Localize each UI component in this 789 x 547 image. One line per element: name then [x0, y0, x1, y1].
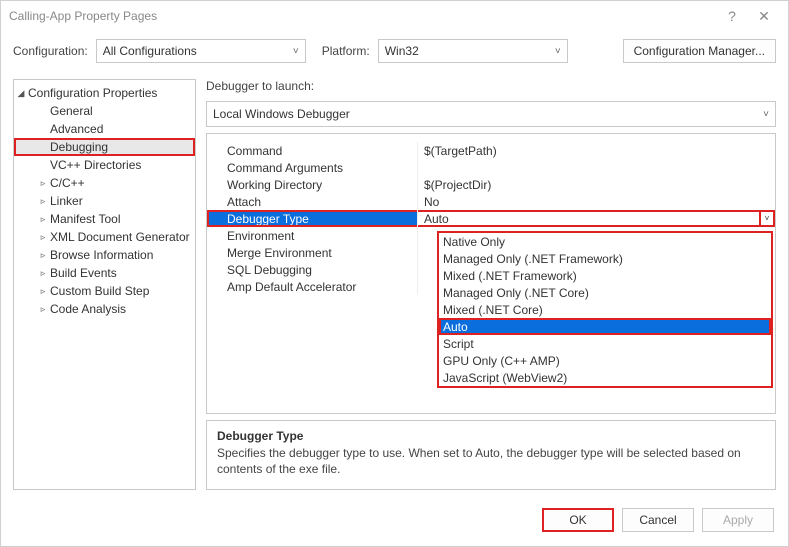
tree-item-label: Build Events — [50, 266, 117, 280]
tree-item-label: Debugging — [50, 140, 108, 154]
grid-value[interactable]: $(ProjectDir) — [417, 176, 775, 193]
debugger-type-dropdown[interactable]: Native OnlyManaged Only (.NET Framework)… — [437, 231, 773, 388]
grid-key: SQL Debugging — [207, 261, 417, 278]
grid-row-command-arguments[interactable]: Command Arguments — [207, 159, 775, 176]
tree-item-label: Custom Build Step — [50, 284, 149, 298]
dropdown-option[interactable]: Auto — [439, 318, 771, 335]
tree-item-label: C/C++ — [50, 176, 85, 190]
dropdown-option[interactable]: JavaScript (WebView2) — [439, 369, 771, 386]
tree-root[interactable]: ◢ Configuration Properties — [14, 84, 195, 102]
tree-item-advanced[interactable]: Advanced — [14, 120, 195, 138]
tree-item-linker[interactable]: ▹Linker — [14, 192, 195, 210]
config-tree[interactable]: ◢ Configuration Properties General Advanc… — [13, 79, 196, 490]
config-manager-button[interactable]: Configuration Manager... — [623, 39, 776, 63]
grid-row-debugger-type[interactable]: Debugger TypeAuto˅ — [207, 210, 775, 227]
window-title: Calling-App Property Pages — [9, 9, 716, 23]
expand-icon[interactable]: ▹ — [38, 232, 48, 243]
chevron-down-icon: ˅ — [555, 46, 561, 57]
dropdown-option[interactable]: Mixed (.NET Core) — [439, 301, 771, 318]
tree-item-label: Advanced — [50, 122, 103, 136]
tree-item-xml-document-generator[interactable]: ▹XML Document Generator — [14, 228, 195, 246]
grid-value[interactable]: Auto˅ — [417, 210, 775, 227]
ok-button[interactable]: OK — [542, 508, 614, 532]
tree-item-manifest-tool[interactable]: ▹Manifest Tool — [14, 210, 195, 228]
grid-key: Command — [207, 142, 417, 159]
property-grid[interactable]: Command$(TargetPath)Command ArgumentsWor… — [206, 133, 776, 414]
tree-item-c-c-[interactable]: ▹C/C++ — [14, 174, 195, 192]
collapse-icon[interactable]: ◢ — [16, 88, 26, 99]
config-combo[interactable]: All Configurations ˅ — [96, 39, 306, 63]
dropdown-option[interactable]: Managed Only (.NET Core) — [439, 284, 771, 301]
tree-item-vc-directories[interactable]: VC++ Directories — [14, 156, 195, 174]
grid-row-command[interactable]: Command$(TargetPath) — [207, 142, 775, 159]
debugger-launch-label: Debugger to launch: — [206, 79, 776, 93]
help-icon[interactable]: ? — [716, 8, 748, 24]
titlebar: Calling-App Property Pages ? ✕ — [1, 1, 788, 31]
tree-item-label: XML Document Generator — [50, 230, 190, 244]
dropdown-option[interactable]: GPU Only (C++ AMP) — [439, 352, 771, 369]
grid-value[interactable]: No — [417, 193, 775, 210]
close-icon[interactable]: ✕ — [748, 8, 780, 25]
tree-item-general[interactable]: General — [14, 102, 195, 120]
grid-row-working-directory[interactable]: Working Directory$(ProjectDir) — [207, 176, 775, 193]
expand-icon[interactable]: ▹ — [38, 286, 48, 297]
tree-item-build-events[interactable]: ▹Build Events — [14, 264, 195, 282]
grid-value[interactable]: $(TargetPath) — [417, 142, 775, 159]
expand-icon[interactable]: ▹ — [38, 214, 48, 225]
platform-label: Platform: — [322, 44, 370, 58]
tree-item-code-analysis[interactable]: ▹Code Analysis — [14, 300, 195, 318]
tree-item-label: Browse Information — [50, 248, 153, 262]
tree-item-label: VC++ Directories — [50, 158, 141, 172]
property-pages-dialog: Calling-App Property Pages ? ✕ Configura… — [0, 0, 789, 547]
description-box: Debugger Type Specifies the debugger typ… — [206, 420, 776, 490]
footer: OK Cancel Apply — [1, 498, 788, 546]
description-text: Specifies the debugger type to use. When… — [217, 445, 765, 477]
config-label: Configuration: — [13, 44, 88, 58]
chevron-down-icon: ˅ — [763, 109, 769, 120]
debugger-launch-value: Local Windows Debugger — [213, 107, 350, 121]
platform-value: Win32 — [385, 44, 419, 58]
expand-icon[interactable]: ▹ — [38, 250, 48, 261]
tree-item-label: Code Analysis — [50, 302, 126, 316]
tree-item-debugging[interactable]: Debugging — [14, 138, 195, 156]
tree-item-label: General — [50, 104, 93, 118]
grid-value[interactable] — [417, 159, 775, 176]
debugger-launch-combo[interactable]: Local Windows Debugger ˅ — [206, 101, 776, 127]
tree-item-label: Linker — [50, 194, 83, 208]
expand-icon[interactable]: ▹ — [38, 268, 48, 279]
dropdown-button[interactable]: ˅ — [759, 210, 775, 227]
grid-row-attach[interactable]: AttachNo — [207, 193, 775, 210]
apply-button[interactable]: Apply — [702, 508, 774, 532]
expand-icon[interactable]: ▹ — [38, 178, 48, 189]
main-area: ◢ Configuration Properties General Advanc… — [1, 79, 788, 498]
dropdown-option[interactable]: Managed Only (.NET Framework) — [439, 250, 771, 267]
chevron-down-icon: ˅ — [293, 46, 299, 57]
platform-combo[interactable]: Win32 ˅ — [378, 39, 568, 63]
tree-item-custom-build-step[interactable]: ▹Custom Build Step — [14, 282, 195, 300]
dropdown-option[interactable]: Native Only — [439, 233, 771, 250]
grid-key: Environment — [207, 227, 417, 244]
dropdown-option[interactable]: Mixed (.NET Framework) — [439, 267, 771, 284]
tree-item-label: Manifest Tool — [50, 212, 120, 226]
config-value: All Configurations — [103, 44, 197, 58]
right-pane: Debugger to launch: Local Windows Debugg… — [206, 79, 776, 490]
expand-icon[interactable]: ▹ — [38, 196, 48, 207]
grid-key: Debugger Type — [207, 210, 417, 227]
tree-item-browse-information[interactable]: ▹Browse Information — [14, 246, 195, 264]
grid-key: Attach — [207, 193, 417, 210]
config-row: Configuration: All Configurations ˅ Plat… — [1, 31, 788, 79]
cancel-button[interactable]: Cancel — [622, 508, 694, 532]
dropdown-option[interactable]: Script — [439, 335, 771, 352]
grid-key: Merge Environment — [207, 244, 417, 261]
description-heading: Debugger Type — [217, 429, 765, 443]
grid-key: Command Arguments — [207, 159, 417, 176]
expand-icon[interactable]: ▹ — [38, 304, 48, 315]
grid-key: Amp Default Accelerator — [207, 278, 417, 295]
grid-key: Working Directory — [207, 176, 417, 193]
